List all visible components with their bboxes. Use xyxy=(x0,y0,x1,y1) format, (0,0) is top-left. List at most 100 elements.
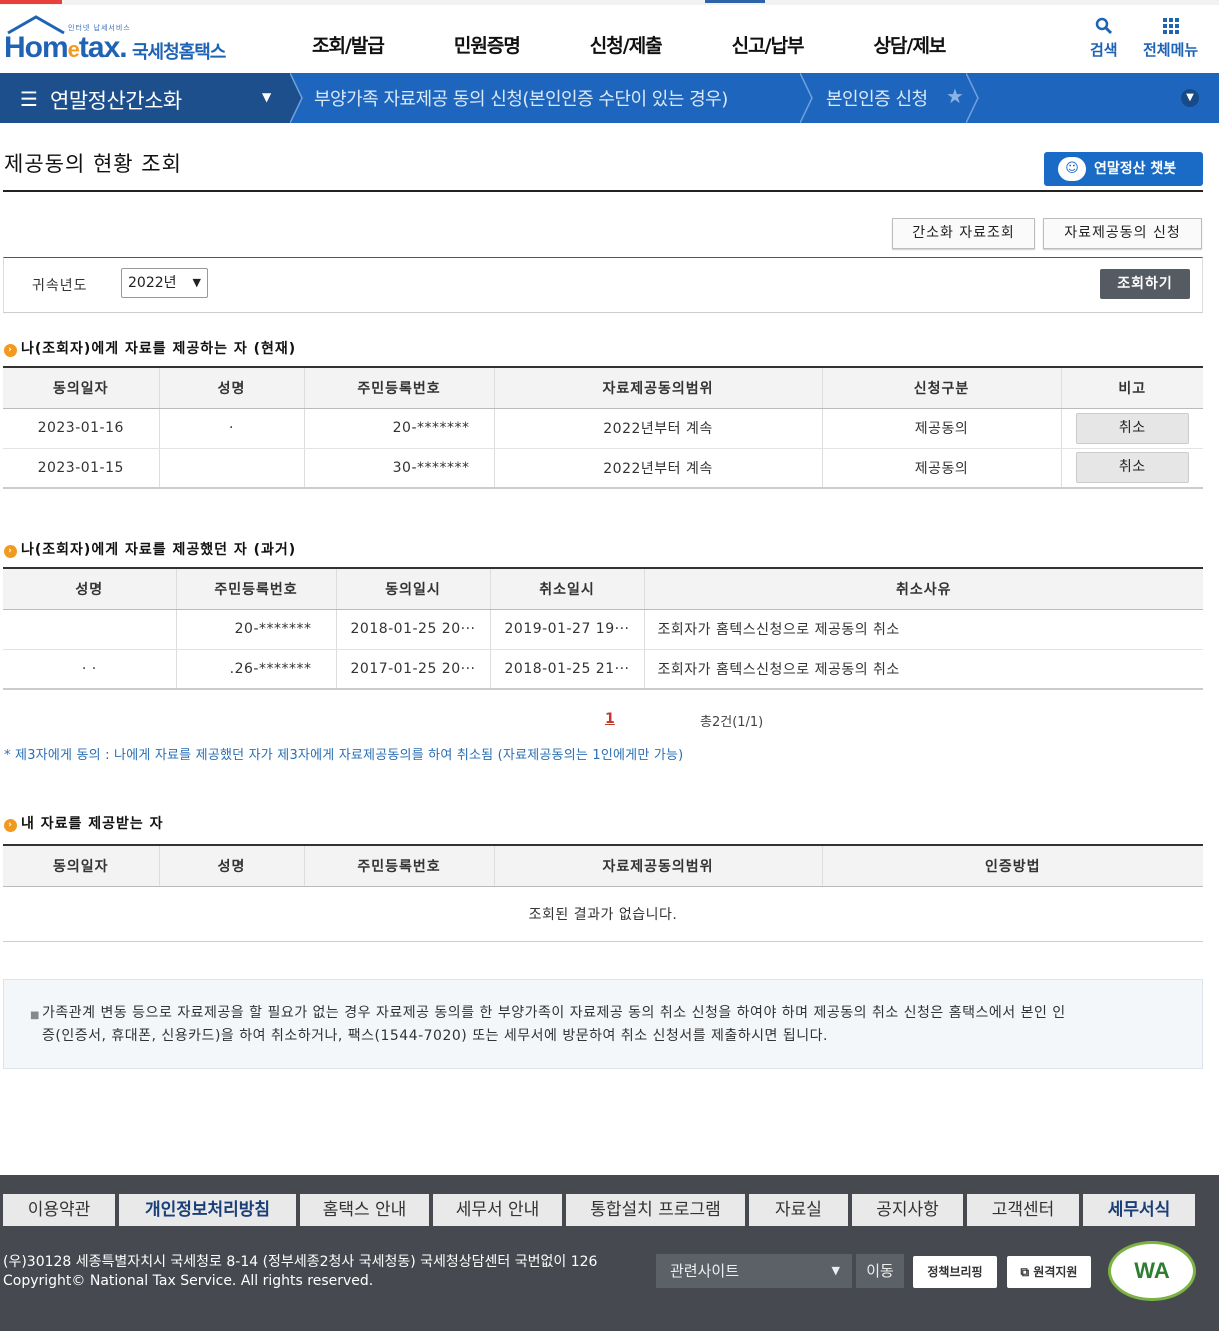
chatbot-label: 연말정산 챗봇 xyxy=(1094,161,1177,177)
menu-item-report[interactable]: 신고/납부 xyxy=(732,31,805,58)
cell-scope: 2022년부터 계속 xyxy=(493,448,822,489)
hamburger-icon: ☰ xyxy=(20,87,38,111)
breadcrumb-item-auth[interactable]: 본인인증 신청 xyxy=(826,85,928,111)
year-value: 2022년 xyxy=(128,275,177,291)
simplified-data-button[interactable]: 간소화 자료조회 xyxy=(892,218,1035,249)
footer-link-office-guide[interactable]: 세무서 안내 xyxy=(433,1194,562,1226)
bullet-arrow-icon: › xyxy=(4,819,17,832)
footer-link-forms[interactable]: 세무서식 xyxy=(1083,1194,1195,1226)
cell-rrn: 30-******* xyxy=(303,448,494,489)
bullet-icon: ■ xyxy=(30,1010,40,1021)
footer: 이용약관 개인정보처리방침 홈택스 안내 세무서 안내 통합설치 프로그램 자료… xyxy=(0,1175,1219,1331)
title-divider xyxy=(3,190,1203,192)
robot-icon: ☺ xyxy=(1058,157,1086,181)
cell-cancel-time: 2019-01-27 19··· xyxy=(489,609,644,650)
section-current-title: 나(조회자)에게 자료를 제공하는 자 (현재) xyxy=(21,341,297,357)
search-button[interactable]: 검색 xyxy=(1090,17,1118,60)
column-header: 인증방법 xyxy=(821,845,1203,887)
year-select[interactable]: 2022년 ▼ xyxy=(121,268,208,298)
cell-rrn: .26-******* xyxy=(175,649,336,690)
cell-rrn: 20-******* xyxy=(303,408,494,449)
column-header: 비고 xyxy=(1060,367,1203,409)
total-count: 총2건(1/1) xyxy=(700,715,764,730)
info-box: ■ 가족관계 변동 등으로 자료제공을 할 필요가 없는 경우 자료제공 동의를… xyxy=(3,979,1203,1069)
chevron-down-icon[interactable]: ▼ xyxy=(1181,89,1199,107)
section-past: › 나(조회자)에게 자료를 제공했던 자 (과거) xyxy=(4,539,296,559)
menu-item-certificate[interactable]: 민원증명 xyxy=(454,31,521,58)
cancel-button[interactable]: 취소 xyxy=(1075,412,1189,444)
footer-link-terms[interactable]: 이용약관 xyxy=(3,1194,115,1226)
footer-link-install[interactable]: 통합설치 프로그램 xyxy=(566,1194,745,1226)
breadcrumb-separator-icon xyxy=(800,73,813,123)
year-label: 귀속년도 xyxy=(32,278,88,294)
policy-briefing-button[interactable]: 정책브리핑 xyxy=(913,1256,997,1288)
menu-item-consult[interactable]: 상담/제보 xyxy=(874,31,947,58)
column-header: 성명 xyxy=(158,845,304,887)
column-header: 주민등록번호 xyxy=(303,367,494,409)
empty-result: 조회된 결과가 없습니다. xyxy=(3,886,1203,942)
nav-home-title: 연말정산간소화 xyxy=(50,89,182,113)
search-icon xyxy=(1090,17,1118,39)
section-receivers: › 내 자료를 제공받는 자 xyxy=(4,813,164,833)
cell-type: 제공동의 xyxy=(821,448,1061,489)
cell-type: 제공동의 xyxy=(821,408,1061,449)
column-header: 동의일자 xyxy=(3,367,159,409)
column-header: 동의일자 xyxy=(3,845,159,887)
location-bar: ☰ 연말정산간소화 ▼ 부양가족 자료제공 동의 신청(본인인증 수단이 있는 … xyxy=(0,73,1219,123)
search-label: 검색 xyxy=(1090,41,1118,59)
column-header: 취소사유 xyxy=(643,568,1203,610)
column-header: 자료제공동의범위 xyxy=(493,845,822,887)
favorite-star-icon[interactable]: ★ xyxy=(946,84,964,108)
footer-link-notice[interactable]: 공지사항 xyxy=(852,1194,963,1226)
page-title: 제공동의 현황 조회 xyxy=(4,152,182,176)
cell-name: · xyxy=(158,408,304,449)
nav-home-menu[interactable]: ☰ 연말정산간소화 ▼ xyxy=(0,73,290,123)
cell-reason: 조회자가 홈텍스신청으로 제공동의 취소 xyxy=(643,649,1203,690)
consent-apply-button[interactable]: 자료제공동의 신청 xyxy=(1043,218,1202,249)
hometax-logo[interactable]: 인터넷 납세서비스 Hometax. 국세청홈택스 xyxy=(4,15,234,67)
cancel-button[interactable]: 취소 xyxy=(1075,452,1189,484)
related-sites-label: 관련사이트 xyxy=(670,1262,740,1280)
logo-korean: 국세청홈택스 xyxy=(132,42,226,63)
info-text-line1: 가족관계 변동 등으로 자료제공을 할 필요가 없는 경우 자료제공 동의를 한… xyxy=(42,1005,1066,1021)
footer-links: 이용약관 개인정보처리방침 홈택스 안내 세무서 안내 통합설치 프로그램 자료… xyxy=(3,1194,1199,1226)
menu-item-apply[interactable]: 신청/제출 xyxy=(590,31,663,58)
footer-link-privacy[interactable]: 개인정보처리방침 xyxy=(119,1194,296,1226)
footer-address: (우)30128 세종특별자치시 국세청로 8-14 (정부세종2청사 국세청동… xyxy=(3,1253,597,1291)
section-current: › 나(조회자)에게 자료를 제공하는 자 (현재) xyxy=(4,338,296,358)
footer-link-hometax-guide[interactable]: 홈택스 안내 xyxy=(300,1194,429,1226)
breadcrumb-item-consent[interactable]: 부양가족 자료제공 동의 신청(본인인증 수단이 있는 경우) xyxy=(314,85,728,111)
column-header: 성명 xyxy=(158,367,304,409)
third-party-note: * 제3자에게 동의 : 나에게 자료를 제공했던 자가 제3자에게 자료제공동… xyxy=(4,748,684,763)
table-row: 2023-01-16 · 20-******* 2022년부터 계속 제공동의 … xyxy=(3,408,1203,449)
chatbot-button[interactable]: ☺ 연말정산 챗봇 xyxy=(1044,152,1203,186)
remote-support-button[interactable]: ⧉ 원격지원 xyxy=(1007,1256,1091,1288)
table-row: 조회된 결과가 없습니다. xyxy=(3,886,1203,942)
table-row: · · .26-******* 2017-01-25 20··· 2018-01… xyxy=(3,649,1203,690)
cell-date: 2023-01-16 xyxy=(3,408,159,449)
column-header: 성명 xyxy=(3,568,176,610)
column-header: 자료제공동의범위 xyxy=(493,367,822,409)
section-receivers-title: 내 자료를 제공받는 자 xyxy=(21,816,164,832)
related-sites-select[interactable]: 관련사이트 ▼ xyxy=(656,1254,852,1288)
menu-item-inquiry[interactable]: 조회/발급 xyxy=(312,31,385,58)
inquiry-button[interactable]: 조회하기 xyxy=(1100,269,1190,299)
column-header: 주민등록번호 xyxy=(303,845,494,887)
header: 인터넷 납세서비스 Hometax. 국세청홈택스 조회/발급 민원증명 신청/… xyxy=(0,5,1219,73)
page-link-1[interactable]: 1 xyxy=(605,711,615,727)
cell-name xyxy=(3,609,176,650)
table-row: 2023-01-15 30-******* 2022년부터 계속 제공동의 취소 xyxy=(3,448,1203,489)
bullet-arrow-icon: › xyxy=(4,545,17,558)
chevron-down-icon: ▼ xyxy=(831,1264,840,1277)
table-header: 동의일자 성명 주민등록번호 자료제공동의범위 신청구분 비고 xyxy=(3,367,1203,409)
cell-scope: 2022년부터 계속 xyxy=(493,408,822,449)
all-menu-button[interactable]: 전체메뉴 xyxy=(1143,17,1198,60)
current-providers-table: 동의일자 성명 주민등록번호 자료제공동의범위 신청구분 비고 2023-01-… xyxy=(3,366,1203,489)
cell-rrn: 20-******* xyxy=(175,609,336,650)
wa-certification-logo: WA xyxy=(1108,1241,1196,1301)
footer-link-library[interactable]: 자료실 xyxy=(749,1194,848,1226)
cell-cancel-time: 2018-01-25 21··· xyxy=(489,649,644,690)
footer-link-support[interactable]: 고객센터 xyxy=(967,1194,1079,1226)
move-button[interactable]: 이동 xyxy=(856,1254,904,1288)
dropdown-arrow-icon: ▼ xyxy=(262,90,272,104)
